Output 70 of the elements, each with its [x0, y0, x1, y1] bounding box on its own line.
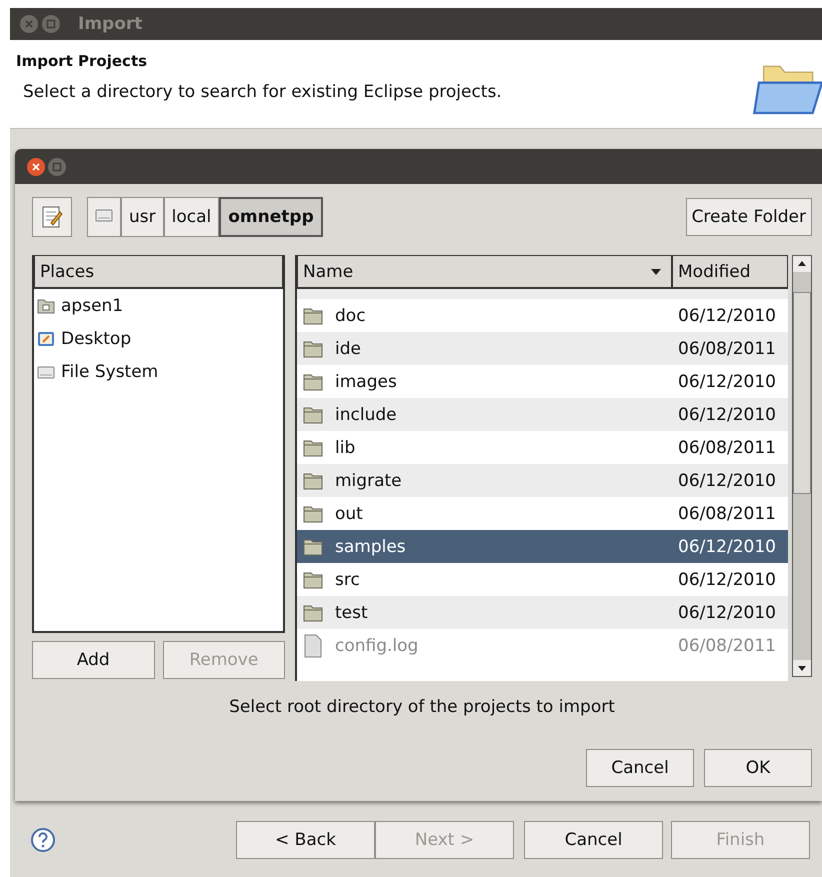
scroll-up-icon[interactable]: [793, 256, 811, 272]
file-name: doc: [335, 306, 367, 326]
path-button[interactable]: usr: [121, 197, 164, 237]
file-row[interactable]: migrate 06/12/2010: [297, 464, 788, 497]
file-name: test: [335, 602, 369, 622]
file-row[interactable]: samples 06/12/2010: [297, 530, 788, 563]
column-header[interactable]: Modified: [672, 255, 788, 289]
folder-icon: [303, 306, 323, 324]
window-title: Import: [78, 14, 142, 34]
folder-icon: [303, 406, 323, 424]
file-name: config.log: [335, 636, 420, 656]
file-row[interactable]: test 06/12/2010: [297, 596, 788, 629]
edit-location-button[interactable]: [32, 197, 72, 237]
modified-date: 06/08/2011: [678, 438, 777, 458]
home-folder-icon: [37, 298, 55, 314]
help-icon[interactable]: [30, 827, 56, 853]
place-item[interactable]: apsen1: [34, 289, 284, 322]
file-name: include: [335, 404, 398, 424]
folder-icon: [303, 340, 323, 358]
create-folder-button[interactable]: Create Folder: [686, 198, 812, 236]
file-name: images: [335, 372, 398, 392]
modified-date: 06/12/2010: [678, 404, 777, 424]
modified-date: 06/12/2010: [678, 306, 777, 326]
folder-icon: [303, 472, 323, 490]
file-row[interactable]: ide 06/08/2011: [297, 332, 788, 365]
folder-icon: [303, 604, 323, 622]
page-title: Import Projects: [16, 52, 148, 70]
place-item[interactable]: Desktop: [34, 322, 284, 355]
modified-date: 06/12/2010: [678, 536, 777, 556]
scroll-down-icon[interactable]: [793, 660, 811, 676]
modified-date: 06/12/2010: [678, 602, 777, 622]
folder-icon: [303, 438, 323, 456]
folder-icon: [303, 372, 323, 390]
file-name: ide: [335, 338, 362, 358]
note-pencil-icon: [41, 205, 63, 229]
column-header[interactable]: Places: [34, 255, 284, 289]
dialog-button[interactable]: OK: [704, 749, 812, 787]
modified-date: 06/08/2011: [678, 636, 777, 656]
instruction-text: Select root directory of the projects to import: [228, 697, 616, 717]
modified-date: 06/12/2010: [678, 470, 777, 490]
folder-icon: [303, 538, 323, 556]
wizard-button[interactable]: < Back: [236, 821, 375, 859]
folder-icon: [303, 570, 323, 588]
place-button[interactable]: Add: [32, 641, 155, 679]
file-icon: [303, 634, 323, 658]
file-row[interactable]: include 06/12/2010: [297, 398, 788, 431]
page-description: Select a directory to search for existing Eclipse projects.: [22, 82, 502, 102]
file-name: out: [335, 504, 364, 524]
close-icon[interactable]: [27, 158, 45, 176]
column-header[interactable]: Name: [297, 255, 672, 289]
file-name: lib: [335, 438, 356, 458]
folder-icon: [303, 504, 323, 522]
wizard-button[interactable]: Cancel: [524, 821, 663, 859]
modified-date: 06/08/2011: [678, 504, 777, 524]
file-name: samples: [335, 536, 407, 556]
drive-crumb-button[interactable]: [87, 197, 121, 237]
drive-icon: [37, 364, 55, 380]
modified-date: 06/08/2011: [678, 338, 777, 358]
scrollbar[interactable]: [792, 255, 812, 677]
place-item[interactable]: File System: [34, 355, 284, 388]
dialog-button[interactable]: Cancel: [586, 749, 694, 787]
modified-date: 06/12/2010: [678, 570, 777, 590]
drive-icon: [95, 208, 113, 222]
modified-date: 06/12/2010: [678, 372, 777, 392]
file-name: migrate: [335, 470, 403, 490]
file-name: src: [335, 570, 361, 590]
path-button[interactable]: omnetpp: [219, 197, 323, 237]
desktop-icon: [37, 330, 55, 346]
sort-arrow-icon: [651, 268, 661, 274]
path-button[interactable]: local: [164, 197, 220, 237]
